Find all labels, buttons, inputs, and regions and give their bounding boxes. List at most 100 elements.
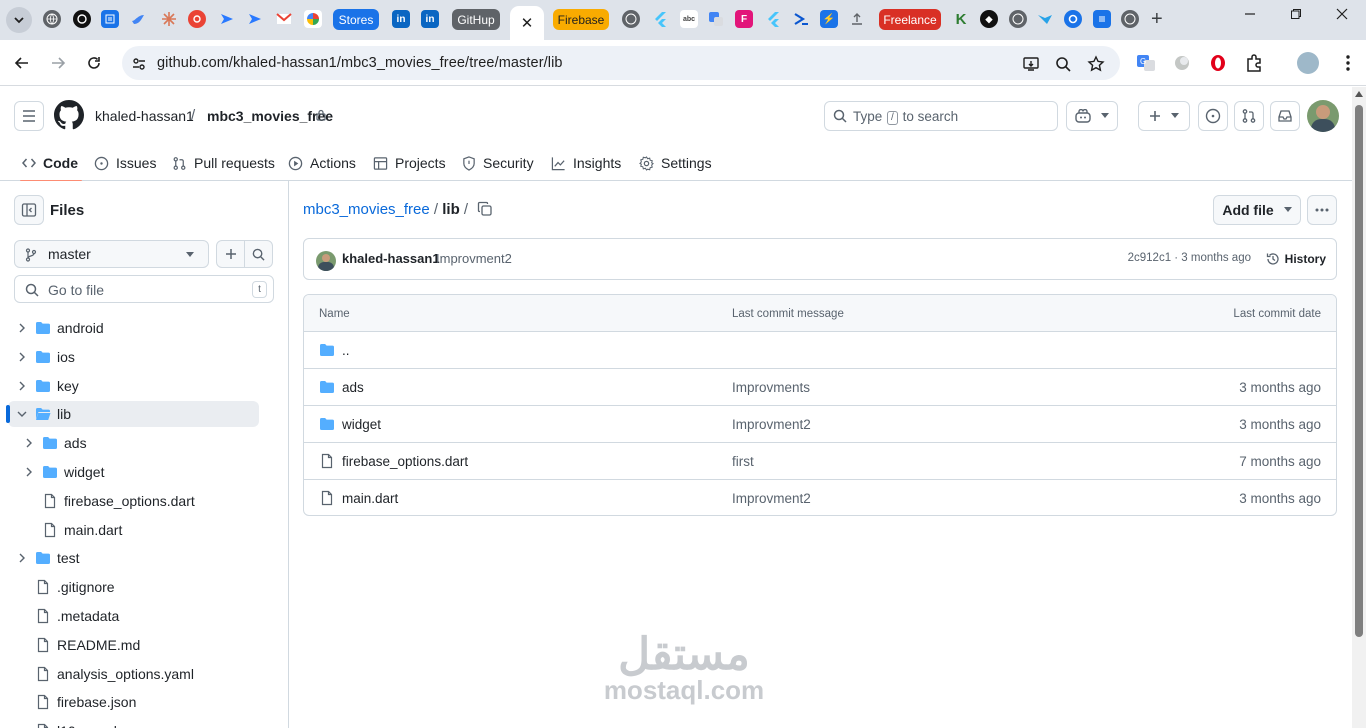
tab-favicon-azure[interactable] (792, 10, 810, 28)
table-row[interactable]: widget Improvment2 3 months ago (304, 406, 1336, 443)
commit-message-link[interactable]: Improvment2 (732, 491, 811, 506)
tree-item[interactable]: test (8, 545, 259, 571)
repo-owner-link[interactable]: khaled-hassan1 (95, 108, 194, 124)
table-row[interactable]: main.dart Improvment2 3 months ago (304, 480, 1336, 515)
history-button[interactable]: History (1266, 249, 1326, 269)
chevron-right-icon[interactable] (16, 322, 28, 334)
tab-favicon-small-2[interactable] (848, 10, 866, 28)
breadcrumb-repo-link[interactable]: mbc3_movies_free (303, 201, 430, 218)
tree-item[interactable]: widget (8, 459, 259, 485)
chevron-right-icon[interactable] (16, 351, 28, 363)
tab-favicon-small[interactable]: abc (680, 10, 698, 28)
tree-item[interactable]: lib (6, 401, 259, 428)
tab-pull-requests[interactable]: Pull requests (172, 145, 275, 181)
file-name-link[interactable]: firebase_options.dart (342, 454, 468, 469)
profile-avatar[interactable] (1297, 52, 1319, 74)
tab-group-freelance[interactable]: Freelance (879, 9, 941, 30)
tab-favicon-linkedin-2[interactable]: in (421, 10, 439, 28)
file-name-link[interactable]: .. (342, 343, 350, 358)
commit-message-link[interactable]: Improvments (732, 380, 810, 395)
tab-favicon-forms[interactable] (101, 10, 119, 28)
tree-item[interactable]: key (8, 373, 259, 399)
tab-favicon-translate[interactable] (707, 10, 725, 28)
add-file-sidebar-button[interactable] (216, 240, 245, 268)
back-button[interactable] (12, 53, 32, 73)
forward-button[interactable] (48, 53, 68, 73)
close-window-button[interactable] (1336, 8, 1348, 20)
copy-path-icon[interactable] (477, 201, 493, 217)
go-to-file-input[interactable]: Go to file t (14, 275, 274, 303)
chevron-right-icon[interactable] (23, 437, 35, 449)
reload-button[interactable] (84, 53, 104, 73)
tab-group-firebase[interactable]: Firebase (553, 9, 609, 30)
url-text[interactable]: github.com/khaled-hassan1/mbc3_movies_fr… (157, 55, 563, 71)
chevron-right-icon[interactable] (16, 552, 28, 564)
tree-item[interactable]: README.md (8, 632, 259, 658)
tab-favicon-dark[interactable]: ◆ (980, 10, 998, 28)
tab-favicon-pink[interactable]: F (735, 10, 753, 28)
tab-favicon-docs[interactable] (1093, 10, 1111, 28)
site-info-icon[interactable] (130, 55, 148, 73)
tab-favicon-dart-2[interactable] (246, 10, 264, 28)
commit-message-link[interactable]: Improvment2 (732, 417, 811, 432)
search-files-button[interactable] (244, 240, 273, 268)
tab-search-button[interactable] (6, 7, 32, 33)
install-app-icon[interactable] (1022, 55, 1040, 73)
extensions-puzzle-icon[interactable] (1244, 53, 1264, 73)
commit-message[interactable]: Improvment2 (436, 251, 512, 266)
page-scrollbar[interactable] (1352, 87, 1366, 728)
tree-item[interactable]: .metadata (8, 603, 259, 629)
branch-selector[interactable]: master (14, 240, 209, 268)
translate-extension-icon[interactable]: G (1136, 53, 1156, 73)
tree-item[interactable]: main.dart (8, 517, 259, 543)
restore-button[interactable] (1290, 8, 1302, 20)
create-new-button[interactable] (1138, 101, 1190, 131)
file-name-link[interactable]: widget (342, 417, 381, 432)
tree-item[interactable]: firebase_options.dart (8, 488, 259, 514)
tab-code[interactable]: Code (20, 145, 82, 182)
more-options-button[interactable] (1307, 195, 1337, 225)
extension-gray-icon[interactable] (1172, 53, 1192, 73)
inbox-button[interactable] (1270, 101, 1300, 131)
commit-message-link[interactable]: first (732, 454, 754, 469)
tab-favicon-globe-3[interactable] (1009, 10, 1027, 28)
tree-item[interactable]: firebase.json (8, 689, 259, 715)
new-tab-button[interactable]: + (1151, 8, 1163, 31)
scroll-up-arrow-icon[interactable] (1355, 91, 1363, 97)
tab-favicon-gmail[interactable] (275, 10, 293, 28)
chevron-right-icon[interactable] (16, 380, 28, 392)
address-bar[interactable]: github.com/khaled-hassan1/mbc3_movies_fr… (122, 46, 1120, 80)
tab-favicon-dart[interactable] (218, 10, 236, 28)
close-tab-icon[interactable]: ✕ (521, 14, 534, 32)
tab-favicon-k[interactable]: K (952, 10, 970, 28)
tab-favicon-red[interactable] (188, 10, 206, 28)
tree-item[interactable]: android (8, 315, 259, 341)
commit-author[interactable]: khaled-hassan1 (342, 251, 440, 266)
tab-favicon-claude[interactable] (160, 10, 178, 28)
zoom-icon[interactable] (1054, 55, 1072, 73)
bookmark-star-icon[interactable] (1087, 55, 1105, 73)
tab-insights[interactable]: Insights (551, 145, 621, 181)
tree-item[interactable]: ads (8, 430, 259, 456)
tab-projects[interactable]: Projects (373, 145, 446, 181)
user-avatar[interactable] (1307, 100, 1339, 132)
add-file-button[interactable]: Add file (1213, 195, 1301, 225)
search-input[interactable]: Type / to search (824, 101, 1058, 131)
minimize-button[interactable] (1244, 8, 1256, 20)
tab-favicon-linkedin[interactable]: in (392, 10, 410, 28)
tree-item[interactable]: ios (8, 344, 259, 370)
issues-button[interactable] (1198, 101, 1228, 131)
scrollbar-thumb[interactable] (1355, 105, 1363, 637)
opera-icon[interactable] (1208, 53, 1228, 73)
github-logo-icon[interactable] (54, 100, 84, 130)
table-row[interactable]: firebase_options.dart first 7 months ago (304, 443, 1336, 480)
tab-favicon-globe-2[interactable] (622, 10, 640, 28)
table-row[interactable]: ads Improvments 3 months ago (304, 369, 1336, 406)
tab-favicon-colorful[interactable] (304, 10, 322, 28)
tree-item[interactable]: .gitignore (8, 574, 259, 600)
tab-settings[interactable]: Settings (639, 145, 712, 181)
commit-author-avatar[interactable] (316, 251, 336, 271)
file-name-link[interactable]: main.dart (342, 491, 398, 506)
tab-favicon-bird-2[interactable] (1036, 10, 1054, 28)
menu-button[interactable] (14, 101, 44, 131)
